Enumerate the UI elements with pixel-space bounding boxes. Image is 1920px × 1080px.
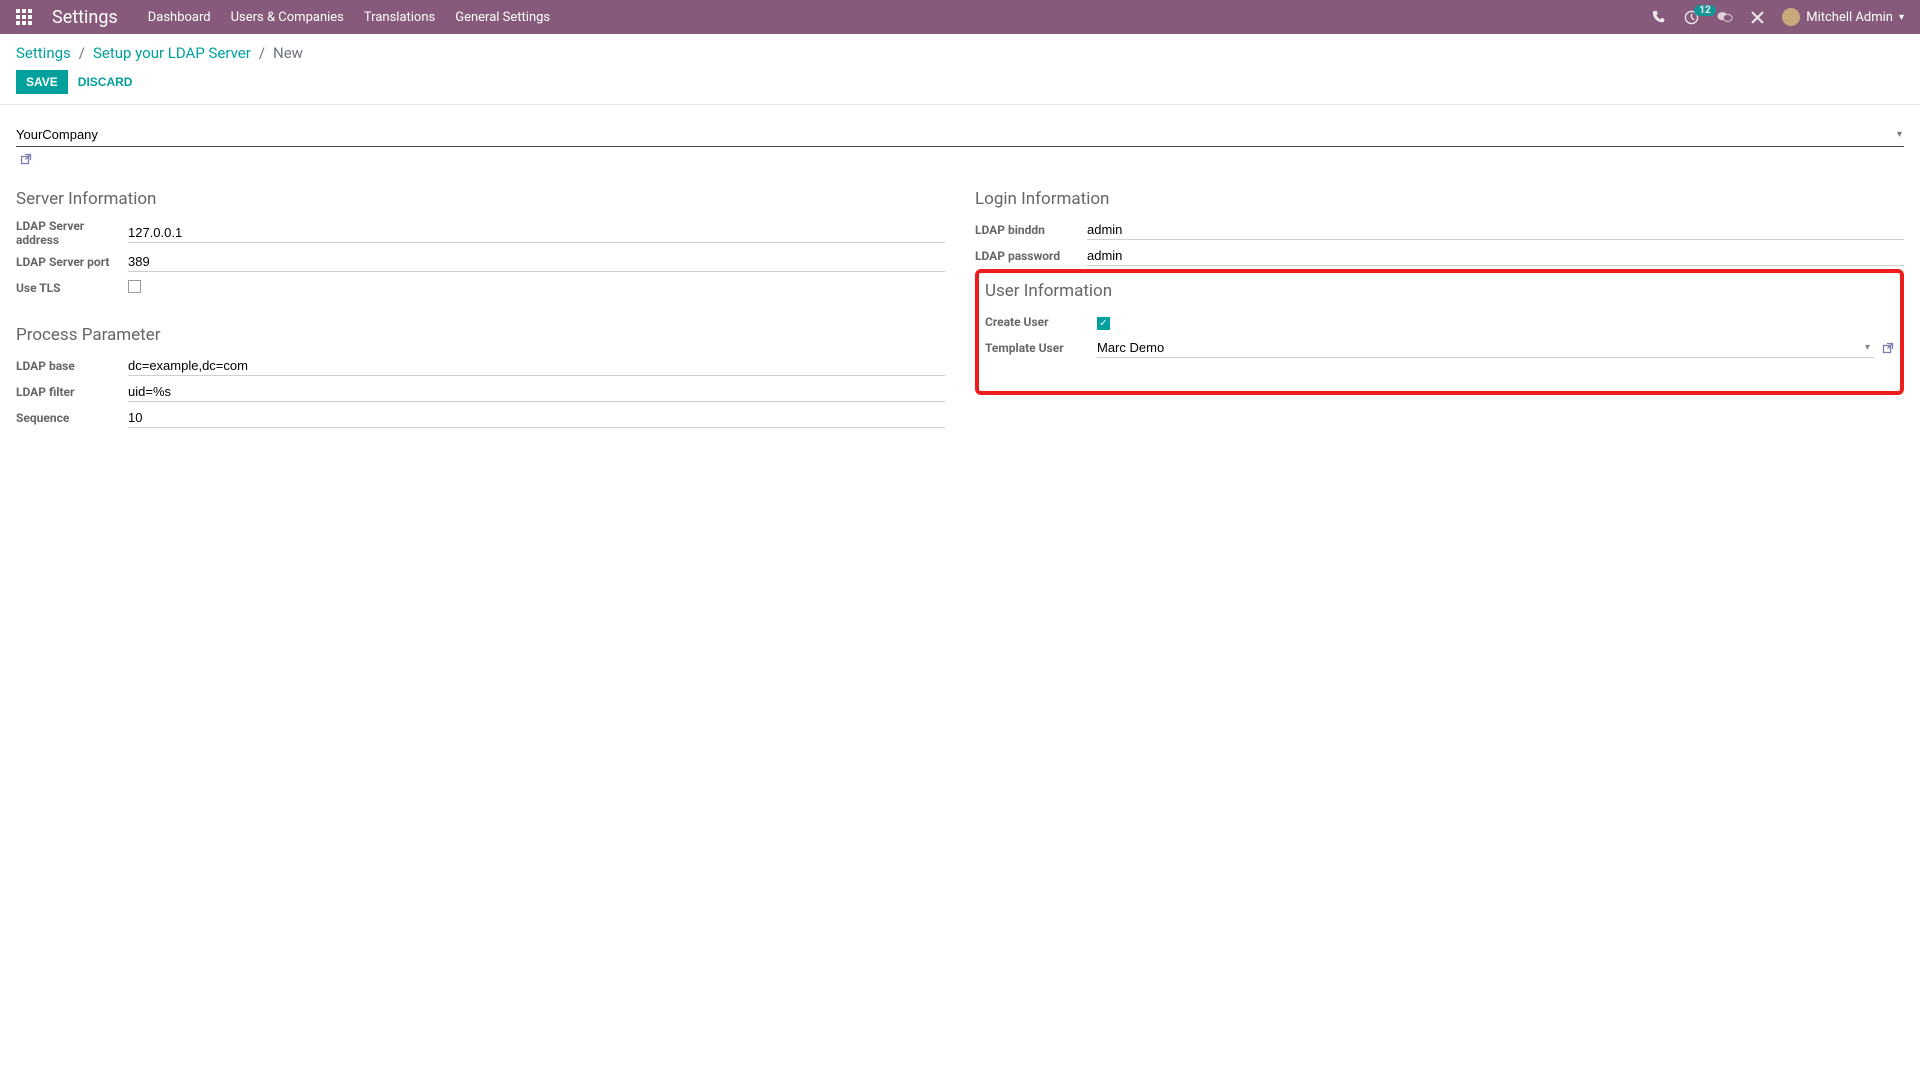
breadcrumb: Settings / Setup your LDAP Server / New: [16, 44, 1904, 62]
sequence-label: Sequence: [16, 411, 128, 425]
menu-dashboard[interactable]: Dashboard: [148, 10, 211, 25]
breadcrumb-root[interactable]: Settings: [16, 44, 71, 62]
app-title: Settings: [52, 7, 118, 28]
company-field[interactable]: ▾: [16, 125, 1904, 147]
activity-badge: 12: [1694, 5, 1715, 16]
ldap-password-label: LDAP password: [975, 249, 1087, 263]
close-icon[interactable]: [1751, 11, 1764, 24]
breadcrumb-current: New: [273, 44, 303, 62]
phone-icon[interactable]: [1652, 10, 1666, 24]
external-link-icon[interactable]: [1882, 342, 1894, 354]
user-menu[interactable]: Mitchell Admin ▾: [1782, 8, 1904, 26]
sequence-input[interactable]: [128, 408, 945, 427]
ldap-filter-label: LDAP filter: [16, 385, 128, 399]
ldap-server-port-input[interactable]: [128, 252, 945, 271]
login-info-title: Login Information: [975, 189, 1904, 209]
user-name: Mitchell Admin: [1806, 10, 1893, 25]
external-link-icon[interactable]: [20, 153, 32, 165]
chevron-down-icon[interactable]: ▾: [1865, 342, 1870, 353]
top-menu: Dashboard Users & Companies Translations…: [148, 10, 550, 25]
ldap-binddn-label: LDAP binddn: [975, 223, 1087, 237]
use-tls-checkbox[interactable]: [128, 280, 141, 293]
ldap-binddn-input[interactable]: [1087, 220, 1904, 239]
ldap-filter-input[interactable]: [128, 382, 945, 401]
left-column: Server Information LDAP Server address L…: [16, 189, 945, 433]
chevron-down-icon: ▾: [1899, 12, 1904, 23]
ldap-base-input[interactable]: [128, 356, 945, 375]
save-button[interactable]: SAVE: [16, 70, 68, 94]
ldap-server-port-label: LDAP Server port: [16, 255, 128, 269]
ldap-base-label: LDAP base: [16, 359, 128, 373]
chevron-down-icon[interactable]: ▾: [1897, 129, 1902, 140]
create-user-checkbox[interactable]: ✓: [1097, 317, 1110, 330]
use-tls-label: Use TLS: [16, 281, 128, 295]
server-info-title: Server Information: [16, 189, 945, 209]
create-user-label: Create User: [985, 315, 1097, 329]
top-navbar: Settings Dashboard Users & Companies Tra…: [0, 0, 1920, 34]
company-input[interactable]: [16, 125, 1904, 144]
user-info-title: User Information: [985, 281, 1894, 301]
activity-icon[interactable]: 12: [1684, 10, 1699, 25]
control-panel: Settings / Setup your LDAP Server / New …: [0, 34, 1920, 105]
menu-general-settings[interactable]: General Settings: [455, 10, 550, 25]
apps-icon[interactable]: [16, 8, 34, 26]
messages-icon[interactable]: [1717, 10, 1733, 24]
discard-button[interactable]: DISCARD: [76, 70, 135, 94]
right-column: Login Information LDAP binddn LDAP passw…: [975, 189, 1904, 433]
form-sheet: ▾ Server Information LDAP Server address…: [0, 105, 1920, 453]
template-user-label: Template User: [985, 341, 1097, 355]
ldap-server-address-label: LDAP Server address: [16, 219, 128, 247]
ldap-password-input[interactable]: [1087, 246, 1904, 265]
process-param-title: Process Parameter: [16, 325, 945, 345]
menu-translations[interactable]: Translations: [364, 10, 435, 25]
avatar: [1782, 8, 1800, 26]
menu-users-companies[interactable]: Users & Companies: [231, 10, 344, 25]
user-info-highlight: User Information Create User ✓ Template …: [975, 269, 1904, 395]
breadcrumb-middle[interactable]: Setup your LDAP Server: [93, 44, 251, 62]
ldap-server-address-input[interactable]: [128, 223, 945, 242]
template-user-input[interactable]: [1097, 338, 1865, 357]
